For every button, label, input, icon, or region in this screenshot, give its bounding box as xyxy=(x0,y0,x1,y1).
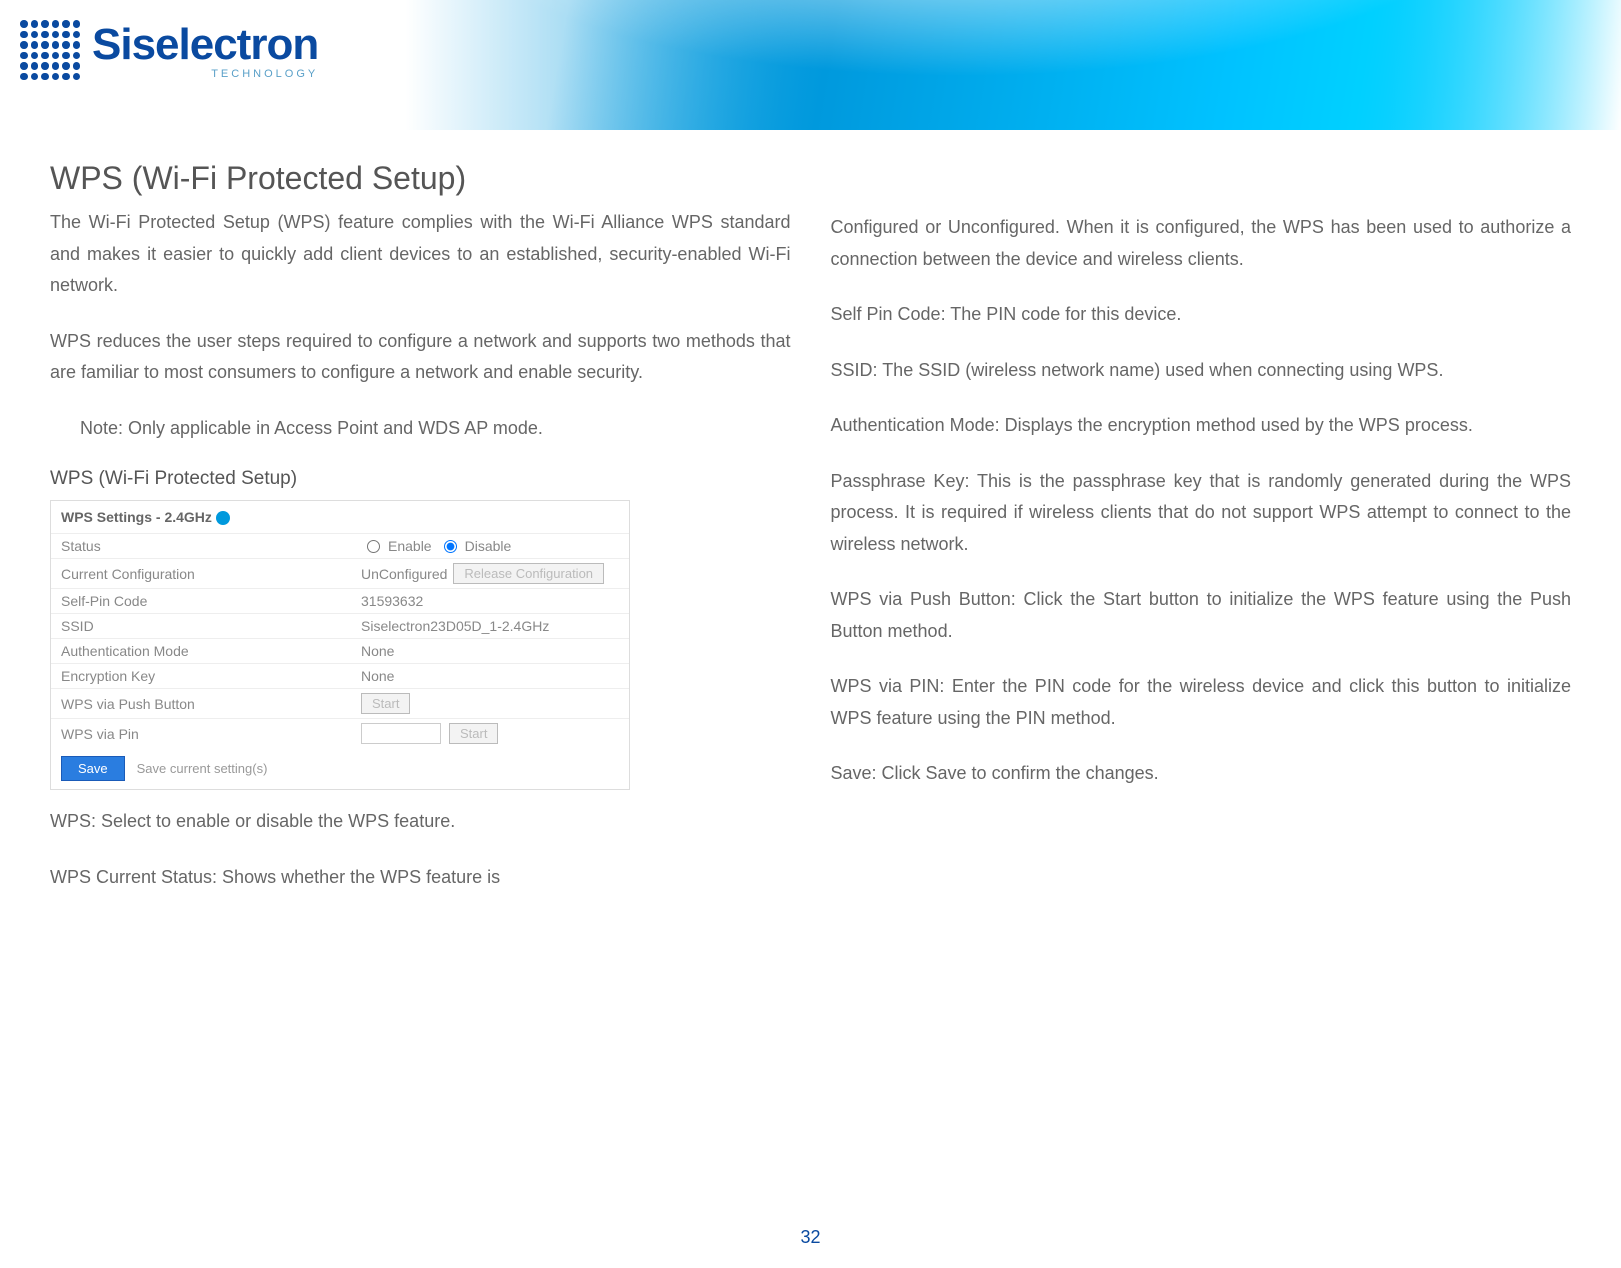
wps-pin-input[interactable] xyxy=(361,723,441,744)
logo-globe-icon xyxy=(20,20,80,80)
wps-panel-title-text: WPS Settings - 2.4GHz xyxy=(61,509,212,525)
intro-paragraph-2: WPS reduces the user steps required to c… xyxy=(50,326,791,389)
wps-push-label: WPS via Push Button xyxy=(61,696,361,712)
release-config-button[interactable]: Release Configuration xyxy=(453,563,604,584)
self-pin-desc: Self Pin Code: The PIN code for this dev… xyxy=(831,299,1572,331)
current-config-value: UnConfigured xyxy=(361,566,447,582)
ssid-label: SSID xyxy=(61,618,361,634)
self-pin-label: Self-Pin Code xyxy=(61,593,361,609)
refresh-icon[interactable] xyxy=(216,511,230,525)
save-desc: Save: Click Save to confirm the changes. xyxy=(831,758,1572,790)
auth-mode-label: Authentication Mode xyxy=(61,643,361,659)
status-label: Status xyxy=(61,538,361,554)
ssid-desc: SSID: The SSID (wireless network name) u… xyxy=(831,355,1572,387)
intro-paragraph-1: The Wi-Fi Protected Setup (WPS) feature … xyxy=(50,207,791,302)
panel-subhead: WPS (Wi-Fi Protected Setup) xyxy=(50,468,791,490)
self-pin-value: 31593632 xyxy=(361,593,619,609)
brand-logo: Siselectron TECHNOLOGY xyxy=(20,20,318,80)
wps-pin-label: WPS via Pin xyxy=(61,726,361,742)
passphrase-desc: Passphrase Key: This is the passphrase k… xyxy=(831,466,1572,561)
status-disable-text: Disable xyxy=(465,538,512,554)
banner-swoosh-graphic xyxy=(300,0,1621,130)
brand-name: Siselectron xyxy=(92,20,318,70)
auth-mode-desc: Authentication Mode: Displays the encryp… xyxy=(831,410,1572,442)
wps-pin-start-button[interactable]: Start xyxy=(449,723,498,744)
current-config-label: Current Configuration xyxy=(61,566,361,582)
status-enable-text: Enable xyxy=(388,538,432,554)
encryption-key-value: None xyxy=(361,668,619,684)
page-title: WPS (Wi-Fi Protected Setup) xyxy=(50,160,791,197)
wps-pin-desc: WPS via PIN: Enter the PIN code for the … xyxy=(831,671,1572,734)
wps-push-start-button[interactable]: Start xyxy=(361,693,410,714)
ssid-value: Siselectron23D05D_1-2.4GHz xyxy=(361,618,619,634)
configured-desc: Configured or Unconfigured. When it is c… xyxy=(831,212,1572,275)
wps-push-desc: WPS via Push Button: Click the Start but… xyxy=(831,584,1572,647)
wps-settings-panel: WPS Settings - 2.4GHz Status Enable Disa… xyxy=(50,500,630,790)
page-number: 32 xyxy=(800,1227,820,1248)
note-text: Note: Only applicable in Access Point an… xyxy=(80,413,709,445)
save-hint: Save current setting(s) xyxy=(137,761,268,776)
status-enable-radio[interactable] xyxy=(367,540,380,553)
status-disable-radio[interactable] xyxy=(444,540,457,553)
wps-current-status-desc: WPS Current Status: Shows whether the WP… xyxy=(50,862,791,894)
auth-mode-value: None xyxy=(361,643,619,659)
wps-panel-title: WPS Settings - 2.4GHz xyxy=(51,501,629,533)
encryption-key-label: Encryption Key xyxy=(61,668,361,684)
save-button[interactable]: Save xyxy=(61,756,125,781)
header-banner: Siselectron TECHNOLOGY xyxy=(0,0,1621,130)
wps-select-desc: WPS: Select to enable or disable the WPS… xyxy=(50,806,791,838)
